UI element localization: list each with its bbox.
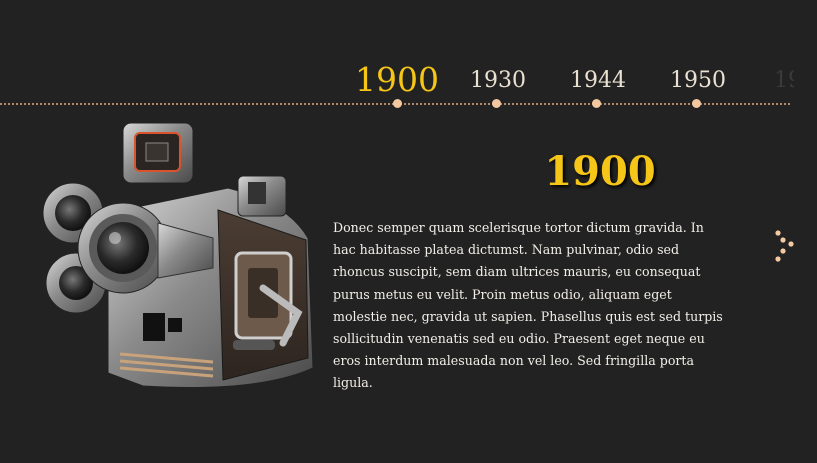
content-paragraph: Donec semper quam scelerisque tortor dic… [333, 220, 723, 391]
timeline-year-1950[interactable]: 1950 [670, 68, 726, 93]
timeline-year-1960[interactable]: 1960 [774, 68, 794, 93]
timeline-dot-1944[interactable] [592, 99, 601, 108]
timeline-year-1944[interactable]: 1944 [570, 68, 626, 93]
next-arrow-icon[interactable] [772, 229, 800, 269]
timeline-dot-1900[interactable] [393, 99, 402, 108]
timeline-year-1900[interactable]: 1900 [355, 60, 439, 99]
timeline-dot-1950[interactable] [692, 99, 701, 108]
vintage-camera-image [42, 122, 314, 389]
content-heading: 1900 [544, 148, 656, 195]
timeline-nav: 1900 1930 1944 1950 1960 [0, 0, 817, 120]
timeline-dot-1930[interactable] [492, 99, 501, 108]
timeline-year-1930[interactable]: 1930 [470, 68, 526, 93]
